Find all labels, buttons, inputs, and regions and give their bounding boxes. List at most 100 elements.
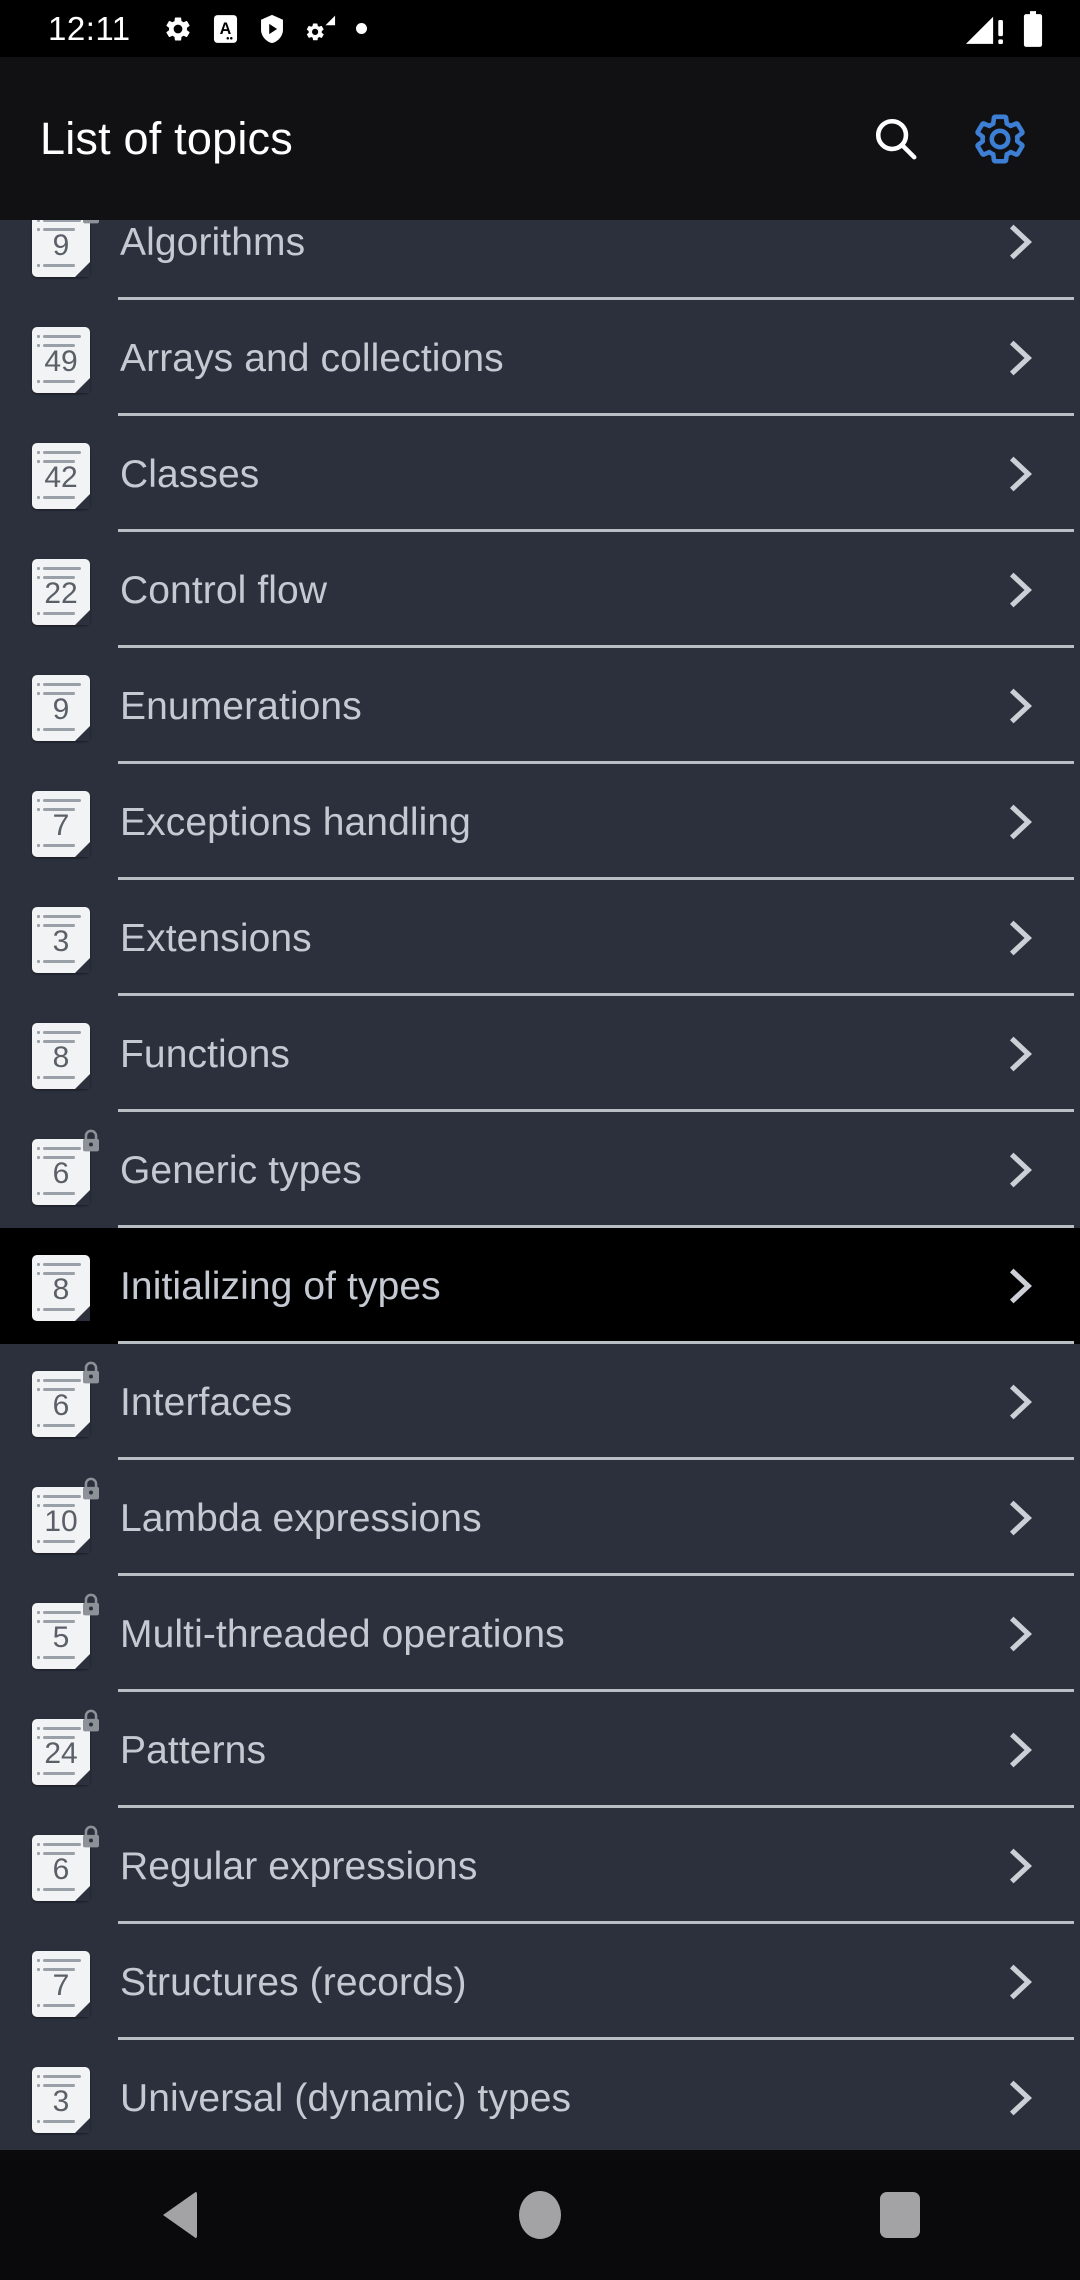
document-bottom-lines <box>37 1422 85 1431</box>
list-item-label: Multi-threaded operations <box>120 1612 565 1656</box>
gear-icon <box>166 17 190 40</box>
document-bottom-lines <box>37 262 85 271</box>
topic-document-icon: 24 <box>32 1709 99 1787</box>
document-bottom-lines <box>37 610 85 619</box>
topic-count-badge: 22 <box>44 577 78 610</box>
nav-back-button[interactable] <box>105 2150 255 2280</box>
list-item[interactable]: 6 Regular expressions <box>0 1808 1080 1924</box>
list-item-label: Regular expressions <box>120 1844 478 1888</box>
list-item[interactable]: 9 Enumerations <box>0 648 1080 764</box>
list-item[interactable]: 3 Extensions <box>0 880 1080 996</box>
topics-list-content: 9 Algorithms 49 Arrays and collections 42 Cla… <box>0 220 1080 2150</box>
nav-recents-button[interactable] <box>825 2150 975 2280</box>
list-item-label: Universal (dynamic) types <box>120 2076 572 2120</box>
list-item[interactable]: 9 Algorithms <box>0 220 1080 300</box>
list-item[interactable]: 6 Generic types <box>0 1112 1080 1228</box>
list-item-label: Enumerations <box>120 684 362 728</box>
topic-count-badge: 8 <box>52 1273 70 1306</box>
topic-count-badge: 3 <box>52 2085 70 2118</box>
chevron-right-icon <box>990 2068 1050 2128</box>
list-item[interactable]: 49 Arrays and collections <box>0 300 1080 416</box>
topic-document-icon: 3 <box>32 2061 94 2135</box>
chevron-right-icon <box>990 1372 1050 1432</box>
document-bottom-lines <box>37 494 85 503</box>
list-item[interactable]: 8 Initializing of types <box>0 1228 1080 1344</box>
chevron-right-icon <box>990 1952 1050 2012</box>
search-button[interactable] <box>844 87 948 191</box>
topic-document-icon: 42 <box>32 437 94 511</box>
lock-icon <box>83 1129 99 1152</box>
document-sheet-icon: 8 <box>32 1255 90 1321</box>
document-bottom-lines <box>37 1538 85 1547</box>
list-item[interactable]: 22 Control flow <box>0 532 1080 648</box>
list-item[interactable]: 3 Universal (dynamic) types <box>0 2040 1080 2150</box>
chevron-right-icon <box>990 1024 1050 1084</box>
lock-icon <box>83 220 99 224</box>
topic-count-badge: 6 <box>52 1389 70 1422</box>
topic-document-icon: 22 <box>32 553 94 627</box>
topic-document-icon: 5 <box>32 1593 99 1671</box>
topic-count-badge: 8 <box>52 1041 70 1074</box>
list-item[interactable]: 7 Structures (records) <box>0 1924 1080 2040</box>
document-sheet-icon: 22 <box>32 559 90 625</box>
chevron-right-icon <box>990 1604 1050 1664</box>
topic-document-icon: 9 <box>32 220 99 279</box>
document-bottom-lines <box>37 2002 85 2011</box>
navigation-bar <box>0 2150 1080 2280</box>
topic-count-badge: 3 <box>52 925 70 958</box>
gear-signal-icon <box>306 15 335 40</box>
list-item[interactable]: 10 Lambda expressions <box>0 1460 1080 1576</box>
list-item-label: Classes <box>120 452 260 496</box>
list-item[interactable]: 42 Classes <box>0 416 1080 532</box>
back-triangle-icon <box>163 2191 197 2239</box>
chevron-right-icon <box>990 676 1050 736</box>
nav-home-button[interactable] <box>465 2150 615 2280</box>
android-screen: 12:11 A List of topics 9 Algorithms 49 A… <box>0 0 1080 2280</box>
document-bottom-lines <box>37 1074 85 1083</box>
document-bottom-lines <box>37 1306 85 1315</box>
chevron-right-icon <box>990 1488 1050 1548</box>
list-item[interactable]: 6 Interfaces <box>0 1344 1080 1460</box>
document-sheet-icon: 49 <box>32 327 90 393</box>
list-item-label: Algorithms <box>120 220 306 264</box>
topic-count-badge: 42 <box>44 461 78 494</box>
topic-document-icon: 7 <box>32 1945 94 2019</box>
document-sheet-icon: 7 <box>32 1951 90 2017</box>
list-item-label: Patterns <box>120 1728 267 1772</box>
topic-count-badge: 49 <box>44 345 78 378</box>
lock-icon <box>83 1477 99 1500</box>
document-bottom-lines <box>37 842 85 851</box>
status-bar-system-icons <box>964 10 1044 47</box>
topic-document-icon: 6 <box>32 1361 99 1439</box>
document-bottom-lines <box>37 1886 85 1895</box>
battery-full-icon <box>1023 10 1043 47</box>
document-sheet-icon: 42 <box>32 443 90 509</box>
document-bottom-lines <box>37 958 85 967</box>
document-sheet-icon: 9 <box>32 675 90 741</box>
list-item[interactable]: 5 Multi-threaded operations <box>0 1576 1080 1692</box>
chevron-right-icon <box>990 1836 1050 1896</box>
topics-list[interactable]: 9 Algorithms 49 Arrays and collections 42 Cla… <box>0 220 1080 2150</box>
list-item-label: Interfaces <box>120 1380 293 1424</box>
status-bar-clock: 12:11 <box>48 10 131 47</box>
home-circle-icon <box>519 2191 561 2239</box>
topic-document-icon: 49 <box>32 321 94 395</box>
list-item[interactable]: 7 Exceptions handling <box>0 764 1080 880</box>
shield-play-icon <box>260 14 283 43</box>
chevron-right-icon <box>990 328 1050 388</box>
recents-square-icon <box>880 2192 920 2238</box>
settings-button[interactable] <box>948 87 1052 191</box>
chevron-right-icon <box>990 220 1050 272</box>
lock-icon <box>83 1361 99 1384</box>
list-item-label: Exceptions handling <box>120 800 471 844</box>
list-item[interactable]: 24 Patterns <box>0 1692 1080 1808</box>
document-sheet-icon: 3 <box>32 907 90 973</box>
topic-count-badge: 24 <box>44 1737 78 1770</box>
list-item-label: Generic types <box>120 1148 362 1192</box>
search-icon <box>875 118 917 159</box>
topic-count-badge: 9 <box>52 693 70 726</box>
document-bottom-lines <box>37 1654 85 1663</box>
list-item[interactable]: 8 Functions <box>0 996 1080 1112</box>
document-bottom-lines <box>37 1190 85 1199</box>
document-sheet-icon: 7 <box>32 791 90 857</box>
